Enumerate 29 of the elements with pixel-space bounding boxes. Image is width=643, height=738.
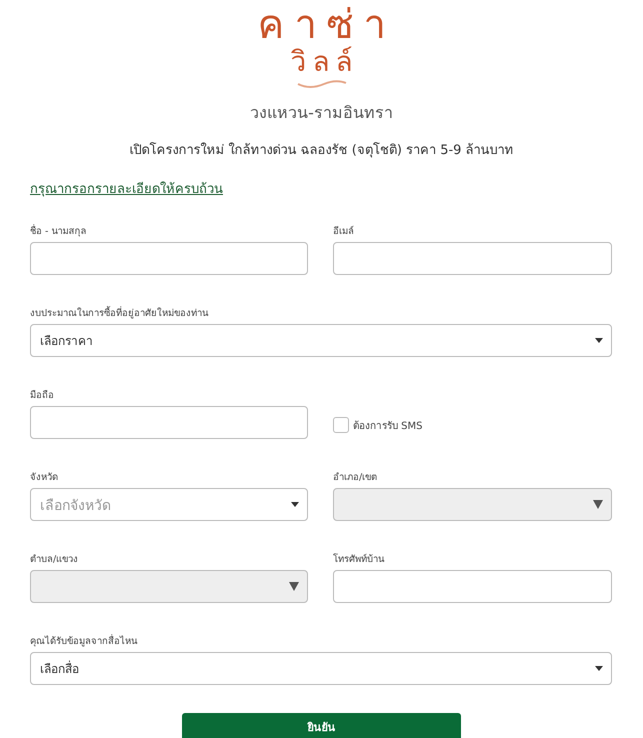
field-label: มือถือ (30, 389, 55, 402)
confirm-button[interactable]: ยินยัน (182, 713, 461, 738)
caret-icon (595, 338, 603, 343)
logo-text: วิลล์ (290, 46, 358, 78)
field-label: โทรศัพท์บ้าน (333, 553, 386, 566)
sms-checkbox[interactable] (333, 417, 349, 433)
caret-icon (289, 582, 299, 591)
input-field[interactable] (30, 242, 308, 275)
input-field[interactable] (333, 242, 612, 275)
field-label: อีเมล์ (333, 225, 355, 238)
field-label: ชื่อ - นามสกุล (30, 225, 88, 238)
dropdown[interactable]: เลือกสื่อ (30, 652, 612, 685)
tagline: เปิดโครงการใหม่ ใกล้ทางด่วน ฉลองรัช (จตุโชติ) ราคา 5-9 ล้านบาท (129, 141, 514, 160)
swoosh-icon (296, 78, 348, 90)
field-label: ตำบล/แขวง (30, 553, 80, 566)
field-label: งบประมาณในการซื้อที่อยู่อาศัยใหม่ของท่าน (30, 307, 210, 320)
instruction-link[interactable]: กรุณากรอกรายละเอียดให้ครบถ้วน (30, 178, 223, 199)
field-label: คุณได้รับข้อมูลจากสื่อไหน (30, 635, 138, 648)
caret-icon (593, 500, 603, 509)
field-label: อำเภอ/เขต (333, 471, 378, 484)
project-name: วงแหวน-รามอินทรา (250, 102, 393, 124)
caret-icon (595, 666, 603, 671)
checkbox-label: ต้องการรับ SMS (353, 420, 423, 432)
input-field[interactable] (333, 570, 612, 603)
input-field[interactable] (30, 406, 308, 439)
caret-icon (291, 502, 299, 507)
field-label: จังหวัด (30, 471, 59, 484)
dropdown[interactable]: เลือกราคา (30, 324, 612, 357)
logo-text: คาซ่า (258, 4, 396, 46)
